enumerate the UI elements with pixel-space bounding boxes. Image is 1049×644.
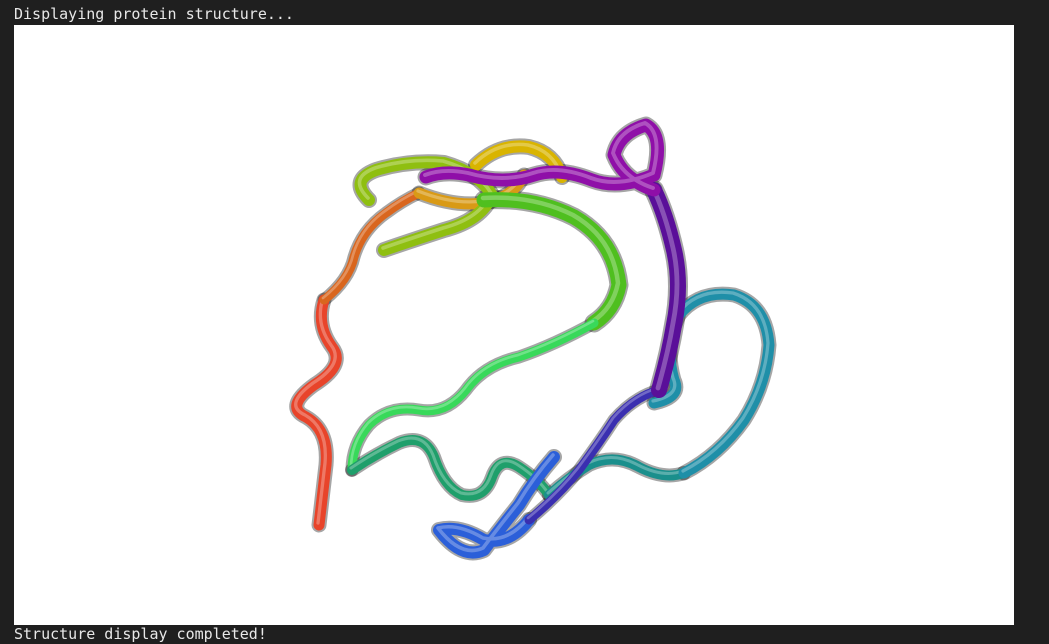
status-start-text: Displaying protein structure... <box>14 5 294 23</box>
status-end-text: Structure display completed! <box>14 625 267 643</box>
protein-viewer[interactable] <box>14 25 1014 625</box>
protein-structure-render[interactable] <box>14 25 1014 625</box>
notebook-output: Displaying protein structure... Structur… <box>0 0 1049 644</box>
